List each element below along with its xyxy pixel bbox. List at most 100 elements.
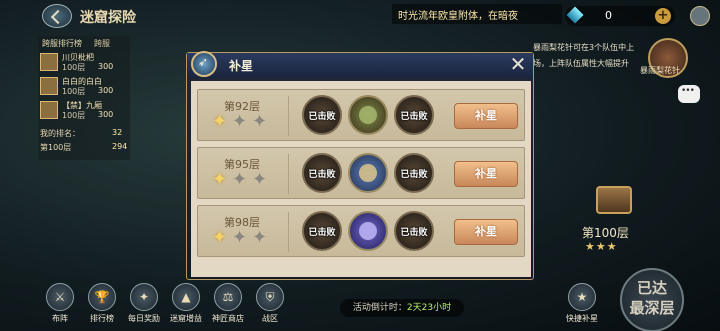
add-resource-button[interactable]: + <box>655 8 671 24</box>
enemy-portrait[interactable] <box>348 153 388 193</box>
diamond-gem-icon <box>566 6 584 24</box>
star-icon: ✦ <box>232 169 248 190</box>
ranking-entry[interactable]: 白白的白白 100层 300 <box>38 76 130 96</box>
rank-floor: 100层 <box>62 111 86 120</box>
enemy-portrait: 已击败 <box>394 211 434 251</box>
buff-description-line: 场，上阵队伍属性大幅提升 <box>533 59 629 68</box>
floor-stars: ✦ ✦ ✦ <box>212 170 272 192</box>
dialog-header: 补星 ✕ <box>187 53 533 77</box>
nav-daily-reward[interactable]: ✦ 每日奖励 <box>126 283 162 329</box>
enemy-portrait: 已击败 <box>302 153 342 193</box>
countdown-value: 2天23小时 <box>406 303 452 313</box>
rank-avatar <box>40 53 58 71</box>
nav-formation[interactable]: ⚔ 布阵 <box>42 283 78 329</box>
chat-bubble-icon[interactable] <box>678 85 700 103</box>
countdown-label: 活动倒计时： <box>352 303 407 313</box>
divider <box>288 212 289 252</box>
back-arrow-icon[interactable] <box>42 4 72 28</box>
defeated-label: 已击败 <box>400 112 428 122</box>
defeated-label: 已击败 <box>308 112 336 122</box>
nav-label: 排行榜 <box>90 314 114 323</box>
deepest-floor-button[interactable]: 已达 最深层 <box>620 268 684 331</box>
war-zone-icon: ⛨ <box>256 283 284 311</box>
ranking-entry[interactable]: 川贝枇杷 100层 300 <box>38 52 130 72</box>
defeated-label: 已击败 <box>308 170 336 180</box>
shop-scales-icon: ⚖ <box>214 283 242 311</box>
star-icon: ✦ <box>212 169 228 190</box>
dialog-body: 第92层 ✦ ✦ ✦ 已击败 已击败 补星 第95层 ✦ ✦ ✦ 已击败 已击败… <box>191 81 531 277</box>
floor-row: 第95层 ✦ ✦ ✦ 已击败 已击败 补星 <box>197 147 525 199</box>
dialog-emblem: ➶ <box>191 49 217 79</box>
my-rank-label: 我的排名： <box>40 129 80 138</box>
my-score: 294 <box>112 142 128 151</box>
floor-row: 第98层 ✦ ✦ ✦ 已击败 已击败 补星 <box>197 205 525 257</box>
floor-stars: ✦ ✦ ✦ <box>212 112 272 134</box>
nav-buff[interactable]: ▲ 迷窟增益 <box>168 283 204 329</box>
star-fill-dialog: 补星 ✕ ➶ 第92层 ✦ ✦ ✦ 已击败 已击败 补星 第95层 ✦ ✦ ✦ … <box>186 49 534 280</box>
player-avatar[interactable] <box>690 6 710 26</box>
defeated-label: 已击败 <box>308 228 336 238</box>
formation-icon: ⚔ <box>46 283 74 311</box>
nav-label: 布阵 <box>52 314 68 323</box>
cross-server-tab[interactable]: 跨服 <box>94 38 110 49</box>
resource-counter: 0 + <box>565 6 675 26</box>
floor-stars: ✦ ✦ ✦ <box>212 228 272 250</box>
dialog-title: 补星 <box>229 59 254 73</box>
close-icon[interactable]: ✕ <box>507 54 529 76</box>
rank-score: 300 <box>98 110 114 119</box>
rank-score: 300 <box>98 62 114 71</box>
my-rank-value: 32 <box>112 128 123 137</box>
page-title: 迷窟探险 <box>80 10 136 26</box>
star-icon: ✦ <box>252 111 268 132</box>
nav-leaderboard[interactable]: 🏆 排行榜 <box>84 283 120 329</box>
ranking-title: 跨服排行榜 <box>42 39 82 48</box>
enemy-portrait[interactable] <box>348 95 388 135</box>
ranking-entry[interactable]: 【禁】九厢 100层 300 <box>38 100 130 120</box>
divider <box>288 154 289 194</box>
star-icon: ✦ <box>232 111 248 132</box>
buff-description: 暴雨梨花针可在3个队伍中上 场，上阵队伍属性大幅提升 <box>533 40 643 72</box>
fill-star-button[interactable]: 补星 <box>454 103 518 129</box>
beast-monster-icon <box>359 164 377 182</box>
fill-star-button[interactable]: 补星 <box>454 219 518 245</box>
defeated-label: 已击败 <box>400 170 428 180</box>
buff-icon: ▲ <box>172 283 200 311</box>
rank-avatar <box>40 101 58 119</box>
current-floor-stars: ★★★ <box>585 240 618 253</box>
current-floor-label: 第100层 <box>582 226 629 240</box>
nav-label: 战区 <box>262 314 278 323</box>
star-icon: ✦ <box>252 227 268 248</box>
nav-label: 神匠商店 <box>212 314 244 323</box>
scrolling-announcement: 时光流年欧皇附体，在暗夜 <box>392 4 562 24</box>
star-icon: ✦ <box>232 227 248 248</box>
ranking-header: 跨服排行榜 跨服 <box>40 38 128 50</box>
star-icon: ✦ <box>212 227 228 248</box>
deepest-line-2: 最深层 <box>629 299 675 317</box>
floor-row: 第92层 ✦ ✦ ✦ 已击败 已击败 补星 <box>197 89 525 141</box>
enemy-portrait[interactable] <box>348 211 388 251</box>
nav-war-zone[interactable]: ⛨ 战区 <box>252 283 288 329</box>
quick-star-fill-button[interactable]: ★ 快捷补星 <box>562 283 602 329</box>
needle-item-label: 暴雨梨花针 <box>640 66 680 75</box>
resource-value: 0 <box>605 9 612 22</box>
star-icon: ★ <box>568 283 596 311</box>
rank-score: 300 <box>98 86 114 95</box>
buff-description-line: 暴雨梨花针可在3个队伍中上 <box>533 43 635 52</box>
gift-chest-icon: ✦ <box>130 283 158 311</box>
feather-icon: ➶ <box>198 55 209 69</box>
my-floor: 第100层 <box>40 143 72 152</box>
deepest-line-1: 已达 <box>636 279 667 297</box>
wolf-monster-icon <box>359 222 377 240</box>
enemy-portrait: 已击败 <box>302 211 342 251</box>
enemy-portrait: 已击败 <box>394 153 434 193</box>
divider <box>288 96 289 136</box>
fill-star-button[interactable]: 补星 <box>454 161 518 187</box>
trophy-icon: 🏆 <box>88 283 116 311</box>
enemy-portrait: 已击败 <box>394 95 434 135</box>
cross-server-ranking-panel: 跨服排行榜 跨服 川贝枇杷 100层 300 白白的白白 100层 300 【禁… <box>38 36 130 160</box>
defeated-label: 已击败 <box>400 228 428 238</box>
nav-shop[interactable]: ⚖ 神匠商店 <box>210 283 246 329</box>
top-bar: 迷窟探险 时光流年欧皇附体，在暗夜 0 + <box>0 0 720 32</box>
rank-avatar <box>40 77 58 95</box>
treasure-chest-icon[interactable] <box>596 186 632 214</box>
